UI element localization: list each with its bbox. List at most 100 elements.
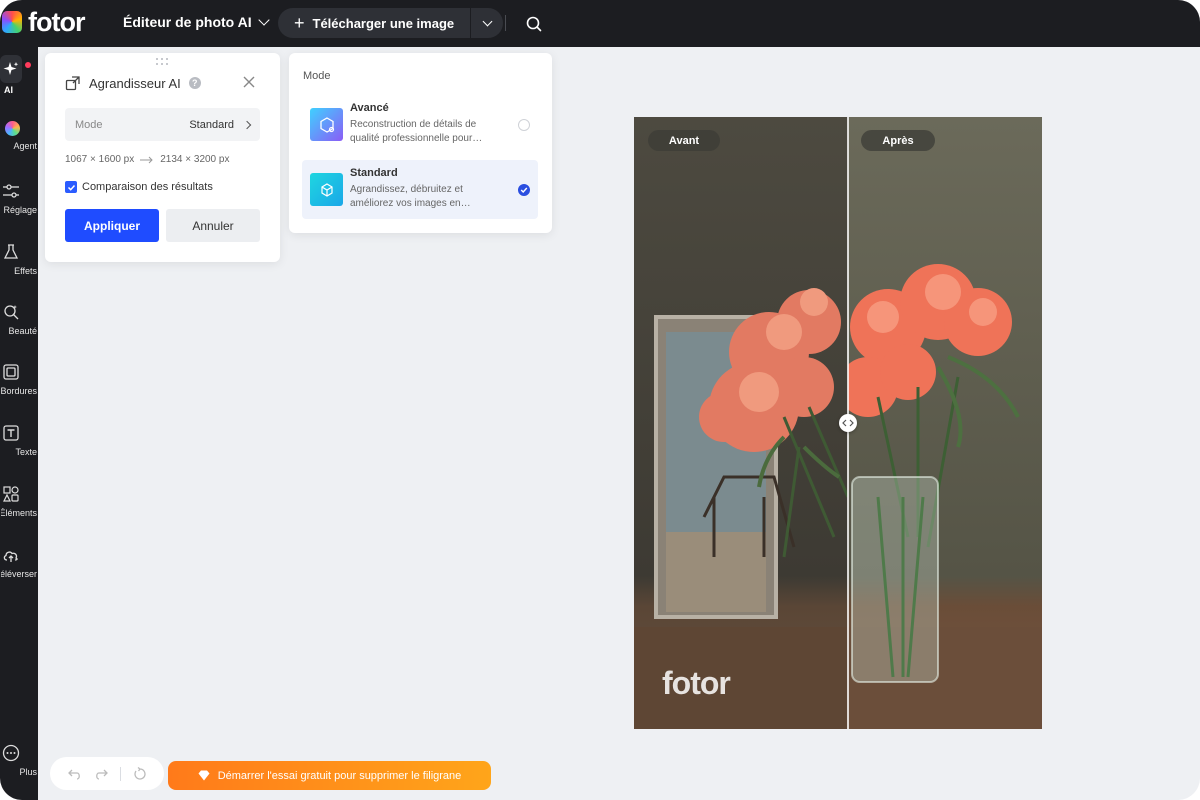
notification-dot bbox=[25, 62, 31, 68]
after-image bbox=[848, 117, 1042, 729]
shapes-icon bbox=[3, 486, 19, 502]
sidebar-item-beaute[interactable]: Beauté bbox=[0, 303, 38, 336]
top-bar: fotor Éditeur de photo AI + Télécharger … bbox=[0, 0, 1200, 47]
logo-text: fotor bbox=[28, 7, 85, 37]
drag-arrows-icon bbox=[842, 419, 854, 427]
sidebar-item-effets[interactable]: Effets bbox=[0, 243, 38, 276]
sidebar-label-plus: Plus bbox=[19, 767, 37, 777]
comparison-handle[interactable] bbox=[839, 414, 857, 432]
upload-image-button[interactable]: + Télécharger une image bbox=[278, 8, 470, 38]
check-icon bbox=[67, 184, 75, 191]
search-icon bbox=[526, 16, 542, 32]
panel-header: Agrandisseur AI ? bbox=[65, 75, 201, 91]
frame-icon bbox=[3, 364, 19, 380]
mode-option-advanced[interactable]: Avancé Reconstruction de détails de qual… bbox=[302, 95, 538, 154]
free-trial-label: Démarrer l'essai gratuit pour supprimer … bbox=[217, 769, 462, 782]
chevron-down-icon bbox=[257, 13, 270, 26]
sliders-icon bbox=[3, 184, 19, 198]
cloud-upload-icon bbox=[3, 551, 18, 562]
chevron-down-icon bbox=[482, 16, 493, 26]
check-icon bbox=[520, 187, 528, 194]
before-image bbox=[634, 117, 848, 729]
cancel-button[interactable]: Annuler bbox=[166, 209, 260, 242]
history-controls bbox=[50, 757, 164, 790]
mode-radio-advanced[interactable] bbox=[518, 119, 530, 131]
standard-mode-icon bbox=[310, 173, 343, 206]
mode-option-name: Standard bbox=[350, 167, 398, 179]
sidebar-label-beaute: Beauté bbox=[8, 326, 37, 336]
sidebar-label-texte: Texte bbox=[15, 447, 37, 457]
compare-toggle[interactable]: Comparaison des résultats bbox=[65, 181, 213, 193]
arrow-right-icon bbox=[140, 156, 153, 163]
compare-label: Comparaison des résultats bbox=[82, 181, 213, 193]
free-trial-button[interactable]: Démarrer l'essai gratuit pour supprimer … bbox=[168, 761, 491, 790]
fotor-logo[interactable]: fotor bbox=[2, 7, 85, 37]
text-icon bbox=[3, 425, 19, 441]
mode-label: Mode bbox=[75, 118, 103, 131]
more-icon bbox=[2, 744, 20, 762]
mode-selector[interactable]: Mode Standard bbox=[65, 108, 260, 141]
mode-option-standard[interactable]: Standard Agrandissez, débruitez et améli… bbox=[302, 160, 538, 219]
image-comparison-canvas[interactable]: Avant Après fotor bbox=[634, 117, 1042, 729]
sidebar-label-elements: Éléments bbox=[1, 508, 37, 518]
toolbar-divider bbox=[505, 15, 506, 31]
drag-handle-icon[interactable] bbox=[156, 58, 170, 66]
before-label: Avant bbox=[648, 130, 720, 151]
mode-option-name: Avancé bbox=[350, 102, 389, 114]
sidebar-ai-icon-wrap bbox=[0, 55, 22, 83]
search-button[interactable] bbox=[524, 14, 544, 34]
sidebar: AI Agent Réglage Effets Beauté Bordures … bbox=[0, 47, 38, 800]
undo-icon[interactable] bbox=[68, 767, 82, 781]
upscale-icon bbox=[65, 76, 80, 91]
mode-panel-title: Mode bbox=[303, 70, 331, 82]
agent-orb-icon bbox=[4, 121, 20, 136]
size-to: 2134 × 3200 px bbox=[160, 154, 230, 165]
sidebar-item-bordures[interactable]: Bordures bbox=[0, 363, 38, 396]
advanced-mode-icon bbox=[310, 108, 343, 141]
close-button[interactable] bbox=[242, 75, 256, 89]
sidebar-label-reglage: Réglage bbox=[3, 205, 37, 215]
beauty-icon bbox=[4, 305, 19, 320]
editor-menu[interactable]: Éditeur de photo AI bbox=[123, 13, 270, 30]
chevron-right-icon bbox=[242, 120, 252, 129]
watermark: fotor bbox=[662, 665, 731, 701]
apply-button[interactable]: Appliquer bbox=[65, 209, 159, 242]
sparkle-icon bbox=[3, 62, 19, 75]
editor-menu-label: Éditeur de photo AI bbox=[123, 14, 252, 30]
help-icon[interactable]: ? bbox=[188, 77, 201, 89]
mode-option-desc: Reconstruction de détails de qualité pro… bbox=[350, 119, 483, 144]
mode-dropdown-panel: Mode Avancé Reconstruction de détails de… bbox=[289, 53, 552, 233]
sidebar-label-televerser: Téléverser bbox=[1, 569, 37, 579]
panel-title: Agrandisseur AI bbox=[89, 75, 181, 91]
close-icon bbox=[243, 76, 255, 88]
sidebar-label-bordures: Bordures bbox=[1, 386, 37, 396]
size-info: 1067 × 1600 px 2134 × 3200 px bbox=[65, 154, 229, 165]
diamond-icon bbox=[198, 770, 210, 781]
sidebar-item-elements[interactable]: Éléments bbox=[0, 485, 38, 518]
mode-radio-standard[interactable] bbox=[518, 184, 530, 196]
size-from: 1067 × 1600 px bbox=[65, 154, 135, 165]
flask-icon bbox=[3, 244, 19, 259]
sidebar-item-reglage[interactable]: Réglage bbox=[0, 182, 38, 215]
plus-icon: + bbox=[294, 13, 305, 33]
sidebar-item-plus[interactable]: Plus bbox=[0, 744, 38, 777]
logo-mark-icon bbox=[2, 11, 22, 33]
compare-checkbox[interactable] bbox=[65, 181, 77, 193]
sidebar-label-agent: Agent bbox=[13, 141, 37, 151]
sidebar-item-texte[interactable]: Texte bbox=[0, 424, 38, 457]
upload-group: + Télécharger une image bbox=[278, 8, 504, 38]
sidebar-item-agent[interactable]: Agent bbox=[0, 121, 38, 151]
history-divider bbox=[120, 766, 121, 781]
mode-value: Standard bbox=[189, 118, 234, 131]
after-label: Après bbox=[861, 130, 935, 151]
ai-upscaler-panel: Agrandisseur AI ? Mode Standard 1067 × 1… bbox=[45, 53, 280, 262]
app-window: fotor Éditeur de photo AI + Télécharger … bbox=[0, 0, 1200, 800]
sidebar-label-effets: Effets bbox=[14, 266, 37, 276]
upload-dropdown-button[interactable] bbox=[471, 8, 503, 38]
upload-label: Télécharger une image bbox=[312, 15, 455, 31]
sidebar-item-televerser[interactable]: Téléverser bbox=[0, 546, 38, 579]
reset-icon[interactable] bbox=[133, 766, 147, 781]
sidebar-item-ai[interactable]: AI bbox=[0, 55, 38, 95]
sidebar-label-ai: AI bbox=[4, 85, 13, 95]
redo-icon[interactable] bbox=[94, 767, 108, 781]
